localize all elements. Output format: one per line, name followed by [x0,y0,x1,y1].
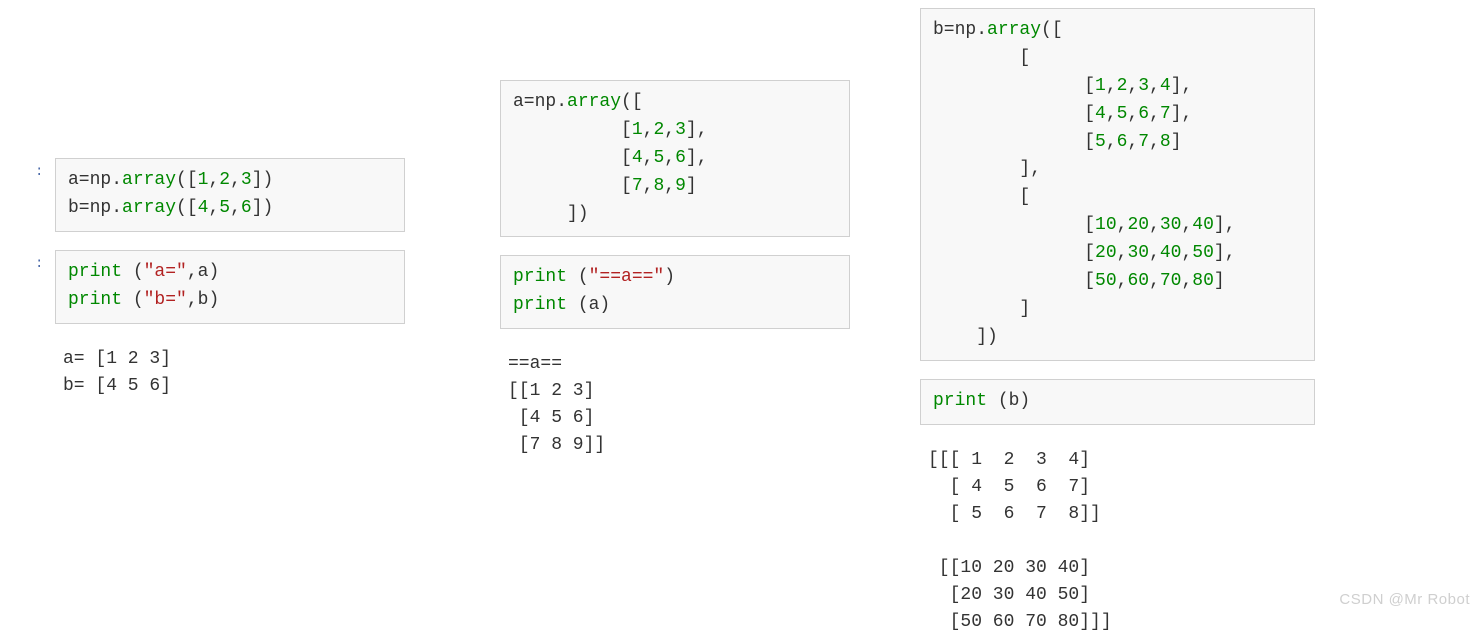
output-block: ==a== [[1 2 3] [4 5 6] [7 8 9]] [500,347,850,459]
prompt-mark: : [35,164,43,180]
code-block: a=np.array([ [1,2,3], [4,5,6], [7,8,9] ]… [500,80,850,237]
code-block: print (b) [920,379,1315,425]
code-cell-3b: print (b) [920,379,1315,425]
column-2: a=np.array([ [1,2,3], [4,5,6], [7,8,9] ]… [500,80,850,459]
watermark-text: CSDN @Mr Robot [1339,591,1470,608]
code-block: print ("a=",a) print ("b=",b) [55,250,405,324]
code-block: print ("==a==") print (a) [500,255,850,329]
prompt-mark: : [35,256,43,272]
code-block: b=np.array([ [ [1,2,3,4], [4,5,6,7], [5,… [920,8,1315,361]
column-3: b=np.array([ [ [1,2,3,4], [4,5,6,7], [5,… [920,8,1315,636]
output-block: [[[ 1 2 3 4] [ 4 5 6 7] [ 5 6 7 8]] [[10… [920,443,1315,636]
output-block: a= [1 2 3] b= [4 5 6] [55,342,405,400]
code-cell-3a: b=np.array([ [ [1,2,3,4], [4,5,6,7], [5,… [920,8,1315,361]
code-block: a=np.array([1,2,3]) b=np.array([4,5,6]) [55,158,405,232]
code-cell-1a: : a=np.array([1,2,3]) b=np.array([4,5,6]… [55,158,405,232]
code-cell-2b: print ("==a==") print (a) [500,255,850,329]
column-1: : a=np.array([1,2,3]) b=np.array([4,5,6]… [55,158,405,400]
code-cell-1b: : print ("a=",a) print ("b=",b) [55,250,405,324]
code-cell-2a: a=np.array([ [1,2,3], [4,5,6], [7,8,9] ]… [500,80,850,237]
